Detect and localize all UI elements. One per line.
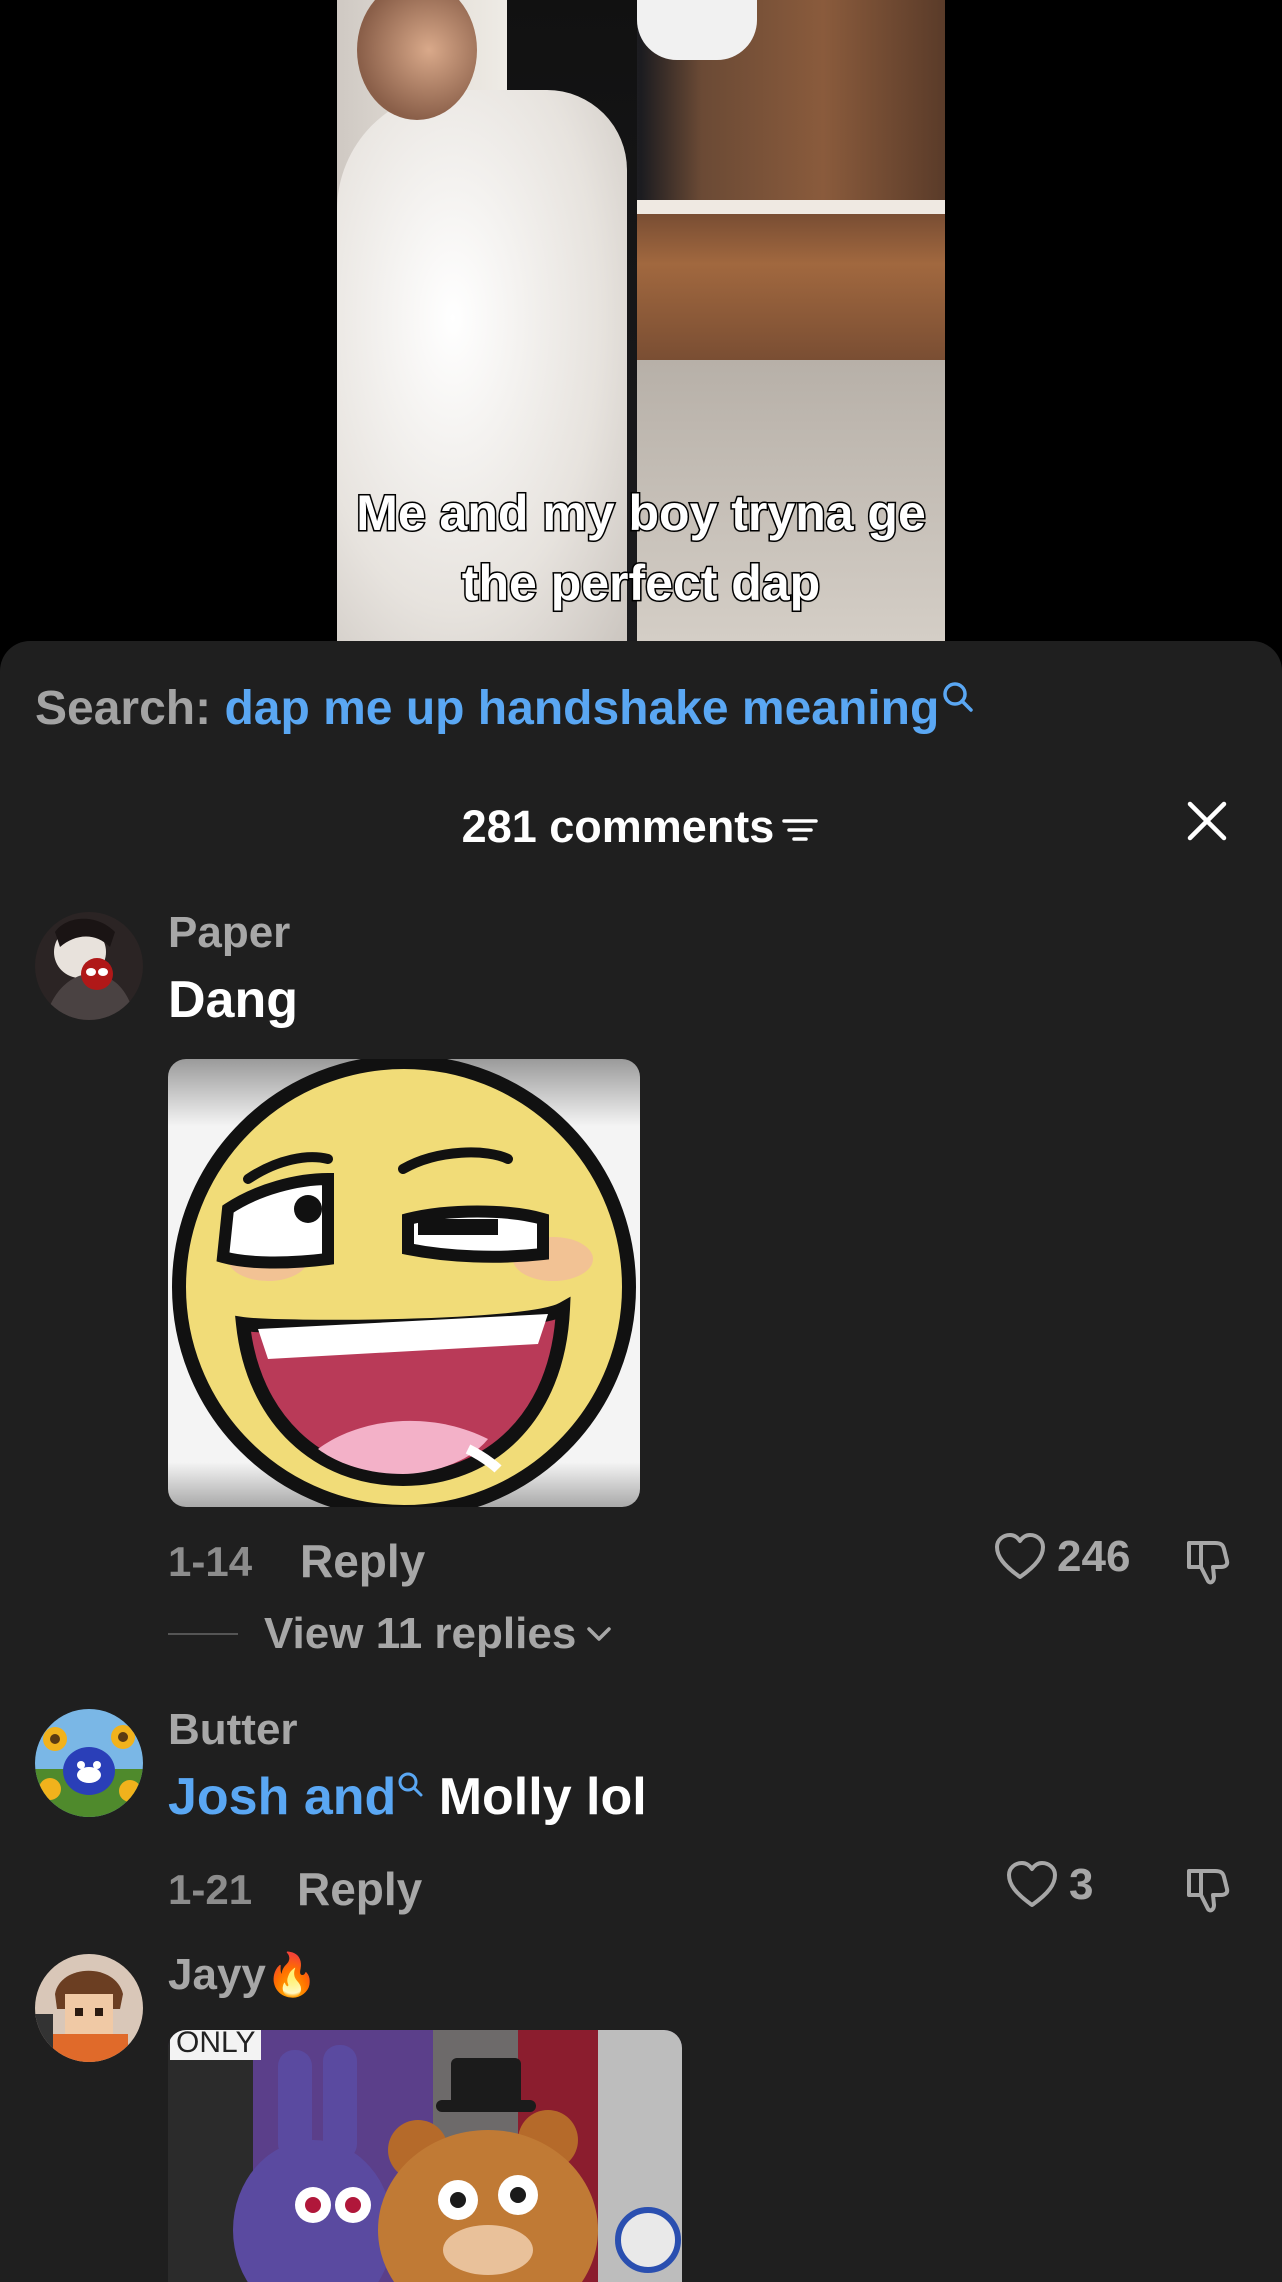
filter-icon[interactable] <box>780 812 820 848</box>
like-count: 3 <box>1069 1860 1094 1909</box>
avatar[interactable] <box>35 912 143 1020</box>
caption-line-2: the perfect dap <box>460 554 821 613</box>
fnaf-characters-image[interactable]: ONLY <box>168 2030 682 2282</box>
comment-username[interactable]: Paper <box>168 908 290 958</box>
heart-icon[interactable] <box>993 1532 1047 1582</box>
search-query-link[interactable]: dap me up handshake meaning <box>224 682 939 735</box>
heart-icon[interactable] <box>1005 1860 1059 1910</box>
fire-emoji: 🔥 <box>265 1951 319 1998</box>
like-button[interactable]: 3 <box>1005 1860 1093 1910</box>
avatar[interactable] <box>35 1954 143 2062</box>
comments-count: 281 comments <box>461 801 775 852</box>
view-replies-label: View 11 replies <box>264 1609 577 1658</box>
like-count: 246 <box>1057 1532 1131 1581</box>
reply-button[interactable]: Reply <box>297 1862 422 1916</box>
search-suggestion[interactable]: Search: dap me up handshake meaning <box>35 681 977 736</box>
comment-date: 1-21 <box>168 1866 253 1913</box>
comment-text: Josh and Molly lol <box>168 1767 647 1827</box>
like-button[interactable]: 246 <box>993 1532 1130 1582</box>
comment-text-rest: Molly lol <box>424 1768 647 1826</box>
search-icon <box>943 682 974 712</box>
awesome-face-sticker[interactable] <box>168 1059 640 1507</box>
comment-username[interactable]: Jayy🔥 <box>168 1950 318 2000</box>
comment-text: Dang <box>168 971 298 1029</box>
comment-date: 1-14 <box>168 1538 253 1585</box>
search-icon <box>398 1772 423 1797</box>
avatar[interactable] <box>35 1709 143 1817</box>
reply-button[interactable]: Reply <box>300 1534 425 1588</box>
attachment-overlay-text: ONLY <box>170 2030 262 2060</box>
comments-panel: Search: dap me up handshake meaning 281 … <box>0 641 1282 2282</box>
username-text: Jayy <box>168 1950 266 1999</box>
replies-divider <box>168 1633 238 1635</box>
search-suggestion-link[interactable]: Josh and <box>168 1768 396 1826</box>
close-icon[interactable] <box>1182 796 1232 846</box>
video-player[interactable]: Me and my boy tryna ge the perfect dap <box>0 0 1282 660</box>
dislike-icon[interactable] <box>1183 1863 1237 1917</box>
comments-count-header[interactable]: 281 comments <box>0 801 1282 853</box>
comment-username[interactable]: Butter <box>168 1705 298 1755</box>
search-label: Search: <box>35 682 212 735</box>
caption-line-1: Me and my boy tryna ge <box>355 484 928 543</box>
view-replies-button[interactable]: View 11 replies <box>168 1609 614 1659</box>
chevron-down-icon <box>587 1627 612 1641</box>
video-caption: Me and my boy tryna ge the perfect dap <box>337 478 945 618</box>
dislike-icon[interactable] <box>1183 1535 1237 1589</box>
